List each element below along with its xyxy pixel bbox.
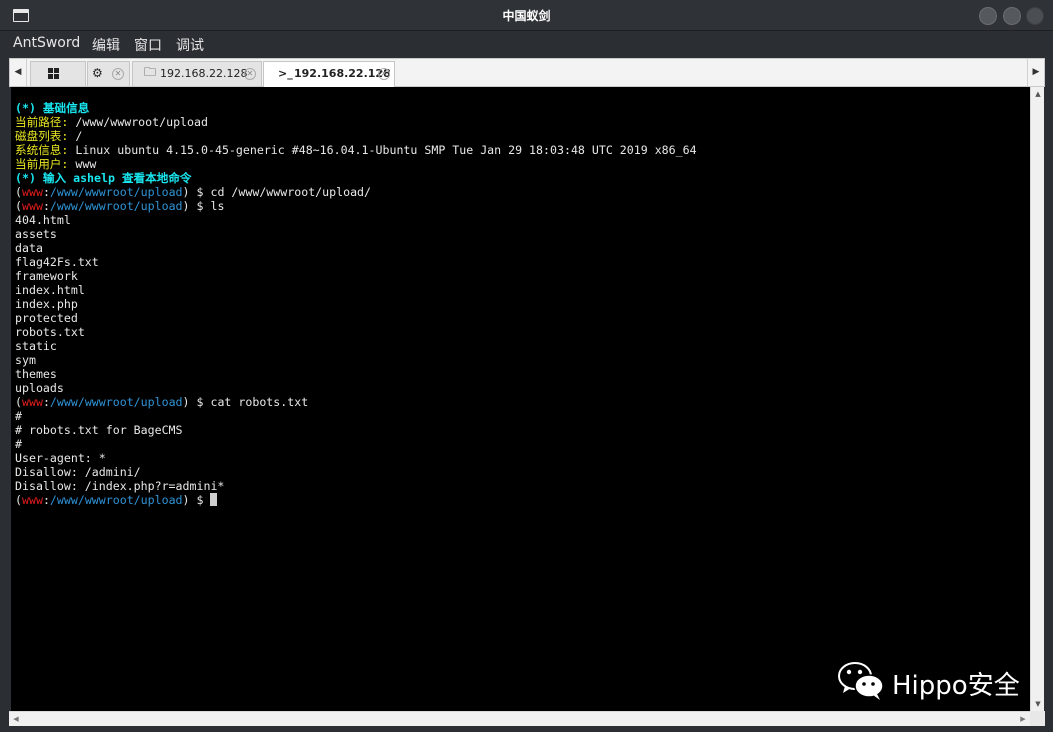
terminal-line: protected xyxy=(15,311,78,325)
vertical-scrollbar[interactable]: ▲ ▼ xyxy=(1030,87,1044,711)
terminal-output: (*) 基础信息 当前路径: /www/wwwroot/upload 磁盘列表: /… xyxy=(15,87,697,535)
terminal-icon: >_ xyxy=(278,67,293,80)
terminal-line: 当前路径: /www/wwwroot/upload xyxy=(15,115,208,129)
terminal-line: robots.txt xyxy=(15,325,85,339)
tab-scroll-right-icon[interactable]: ▶ xyxy=(1027,59,1044,86)
tab-home[interactable] xyxy=(30,61,86,86)
folder-icon: 🗀 xyxy=(144,65,157,79)
horizontal-scrollbar[interactable]: ◀ ▶ xyxy=(9,711,1030,726)
scroll-down-icon[interactable]: ▼ xyxy=(1031,697,1045,711)
gear-icon: ⚙ xyxy=(92,66,103,80)
tab-terminal[interactable]: >_ 192.168.22.128 ✕ xyxy=(263,61,395,87)
terminal-line: # robots.txt for BageCMS xyxy=(15,423,183,437)
title-bar: 中国蚁剑 xyxy=(0,0,1053,31)
tab-scroll-left-icon[interactable]: ◀ xyxy=(10,59,27,86)
terminal-cursor xyxy=(210,493,218,506)
scroll-right-icon[interactable]: ▶ xyxy=(1016,712,1030,726)
terminal-line: framework xyxy=(15,269,78,283)
scroll-left-icon[interactable]: ◀ xyxy=(9,712,23,726)
menu-window[interactable]: 窗口 xyxy=(134,35,162,55)
terminal-line: # xyxy=(15,409,22,423)
watermark-text: Hippo安全 xyxy=(892,671,1020,701)
tab-terminal-close-icon[interactable]: ✕ xyxy=(378,68,390,80)
scroll-up-icon[interactable]: ▲ xyxy=(1031,87,1045,101)
terminal-line: themes xyxy=(15,367,57,381)
terminal-line: static xyxy=(15,339,57,353)
terminal-line: (*) 基础信息 xyxy=(15,101,90,115)
terminal-line: flag42Fs.txt xyxy=(15,255,99,269)
terminal-line: 磁盘列表: / xyxy=(15,129,83,143)
terminal-input-line[interactable]: (www:/www/wwwroot/upload) $ xyxy=(15,493,697,507)
menu-debug[interactable]: 调试 xyxy=(176,35,204,55)
terminal-line: 404.html xyxy=(15,213,71,227)
terminal-line: # xyxy=(15,437,22,451)
menu-edit[interactable]: 编辑 xyxy=(92,35,120,55)
minimize-button[interactable] xyxy=(979,7,997,25)
grid-icon xyxy=(48,68,59,79)
terminal-view[interactable]: (*) 基础信息 当前路径: /www/wwwroot/upload 磁盘列表: /… xyxy=(11,87,1030,711)
terminal-prompt-line: (www:/www/wwwroot/upload) $ cd /www/wwwr… xyxy=(15,185,372,199)
terminal-line: index.html xyxy=(15,283,85,297)
terminal-line: Disallow: /index.php?r=admini* xyxy=(15,479,225,493)
tab-file-manager[interactable]: 🗀 192.168.22.128 ✕ xyxy=(132,61,262,86)
terminal-line: (*) 输入 ashelp 查看本地命令 xyxy=(15,171,192,185)
terminal-line: uploads xyxy=(15,381,64,395)
tab-terminal-label: 192.168.22.128 xyxy=(294,67,391,80)
watermark: Hippo安全 xyxy=(838,660,1028,704)
close-button[interactable] xyxy=(1026,7,1044,25)
menu-antsword[interactable]: AntSword xyxy=(13,35,80,51)
tab-file-manager-label: 192.168.22.128 xyxy=(160,67,248,80)
terminal-line: 当前用户: www xyxy=(15,157,97,171)
tab-file-manager-close-icon[interactable]: ✕ xyxy=(244,68,256,80)
window-title: 中国蚁剑 xyxy=(502,9,551,23)
terminal-line: sym xyxy=(15,353,36,367)
menu-bar: AntSword 编辑 窗口 调试 xyxy=(0,31,1053,56)
tab-settings[interactable]: ⚙ ✕ xyxy=(87,61,130,86)
terminal-line: data xyxy=(15,241,43,255)
scrollbar-corner xyxy=(1030,711,1045,726)
terminal-line: Disallow: /admini/ xyxy=(15,465,141,479)
maximize-button[interactable] xyxy=(1003,7,1021,25)
terminal-prompt-line: (www:/www/wwwroot/upload) $ ls xyxy=(15,199,225,213)
terminal-line: 系统信息: Linux ubuntu 4.15.0-45-generic #48… xyxy=(15,143,697,157)
wechat-icon xyxy=(838,662,884,700)
terminal-line: index.php xyxy=(15,297,78,311)
terminal-line: User-agent: * xyxy=(15,451,106,465)
terminal-line: assets xyxy=(15,227,57,241)
tab-settings-close-icon[interactable]: ✕ xyxy=(112,68,124,80)
tab-bar: ◀ ⚙ ✕ 🗀 192.168.22.128 ✕ >_ 192.168.22.1… xyxy=(9,58,1045,87)
terminal-prompt-line: (www:/www/wwwroot/upload) $ cat robots.t… xyxy=(15,395,309,409)
